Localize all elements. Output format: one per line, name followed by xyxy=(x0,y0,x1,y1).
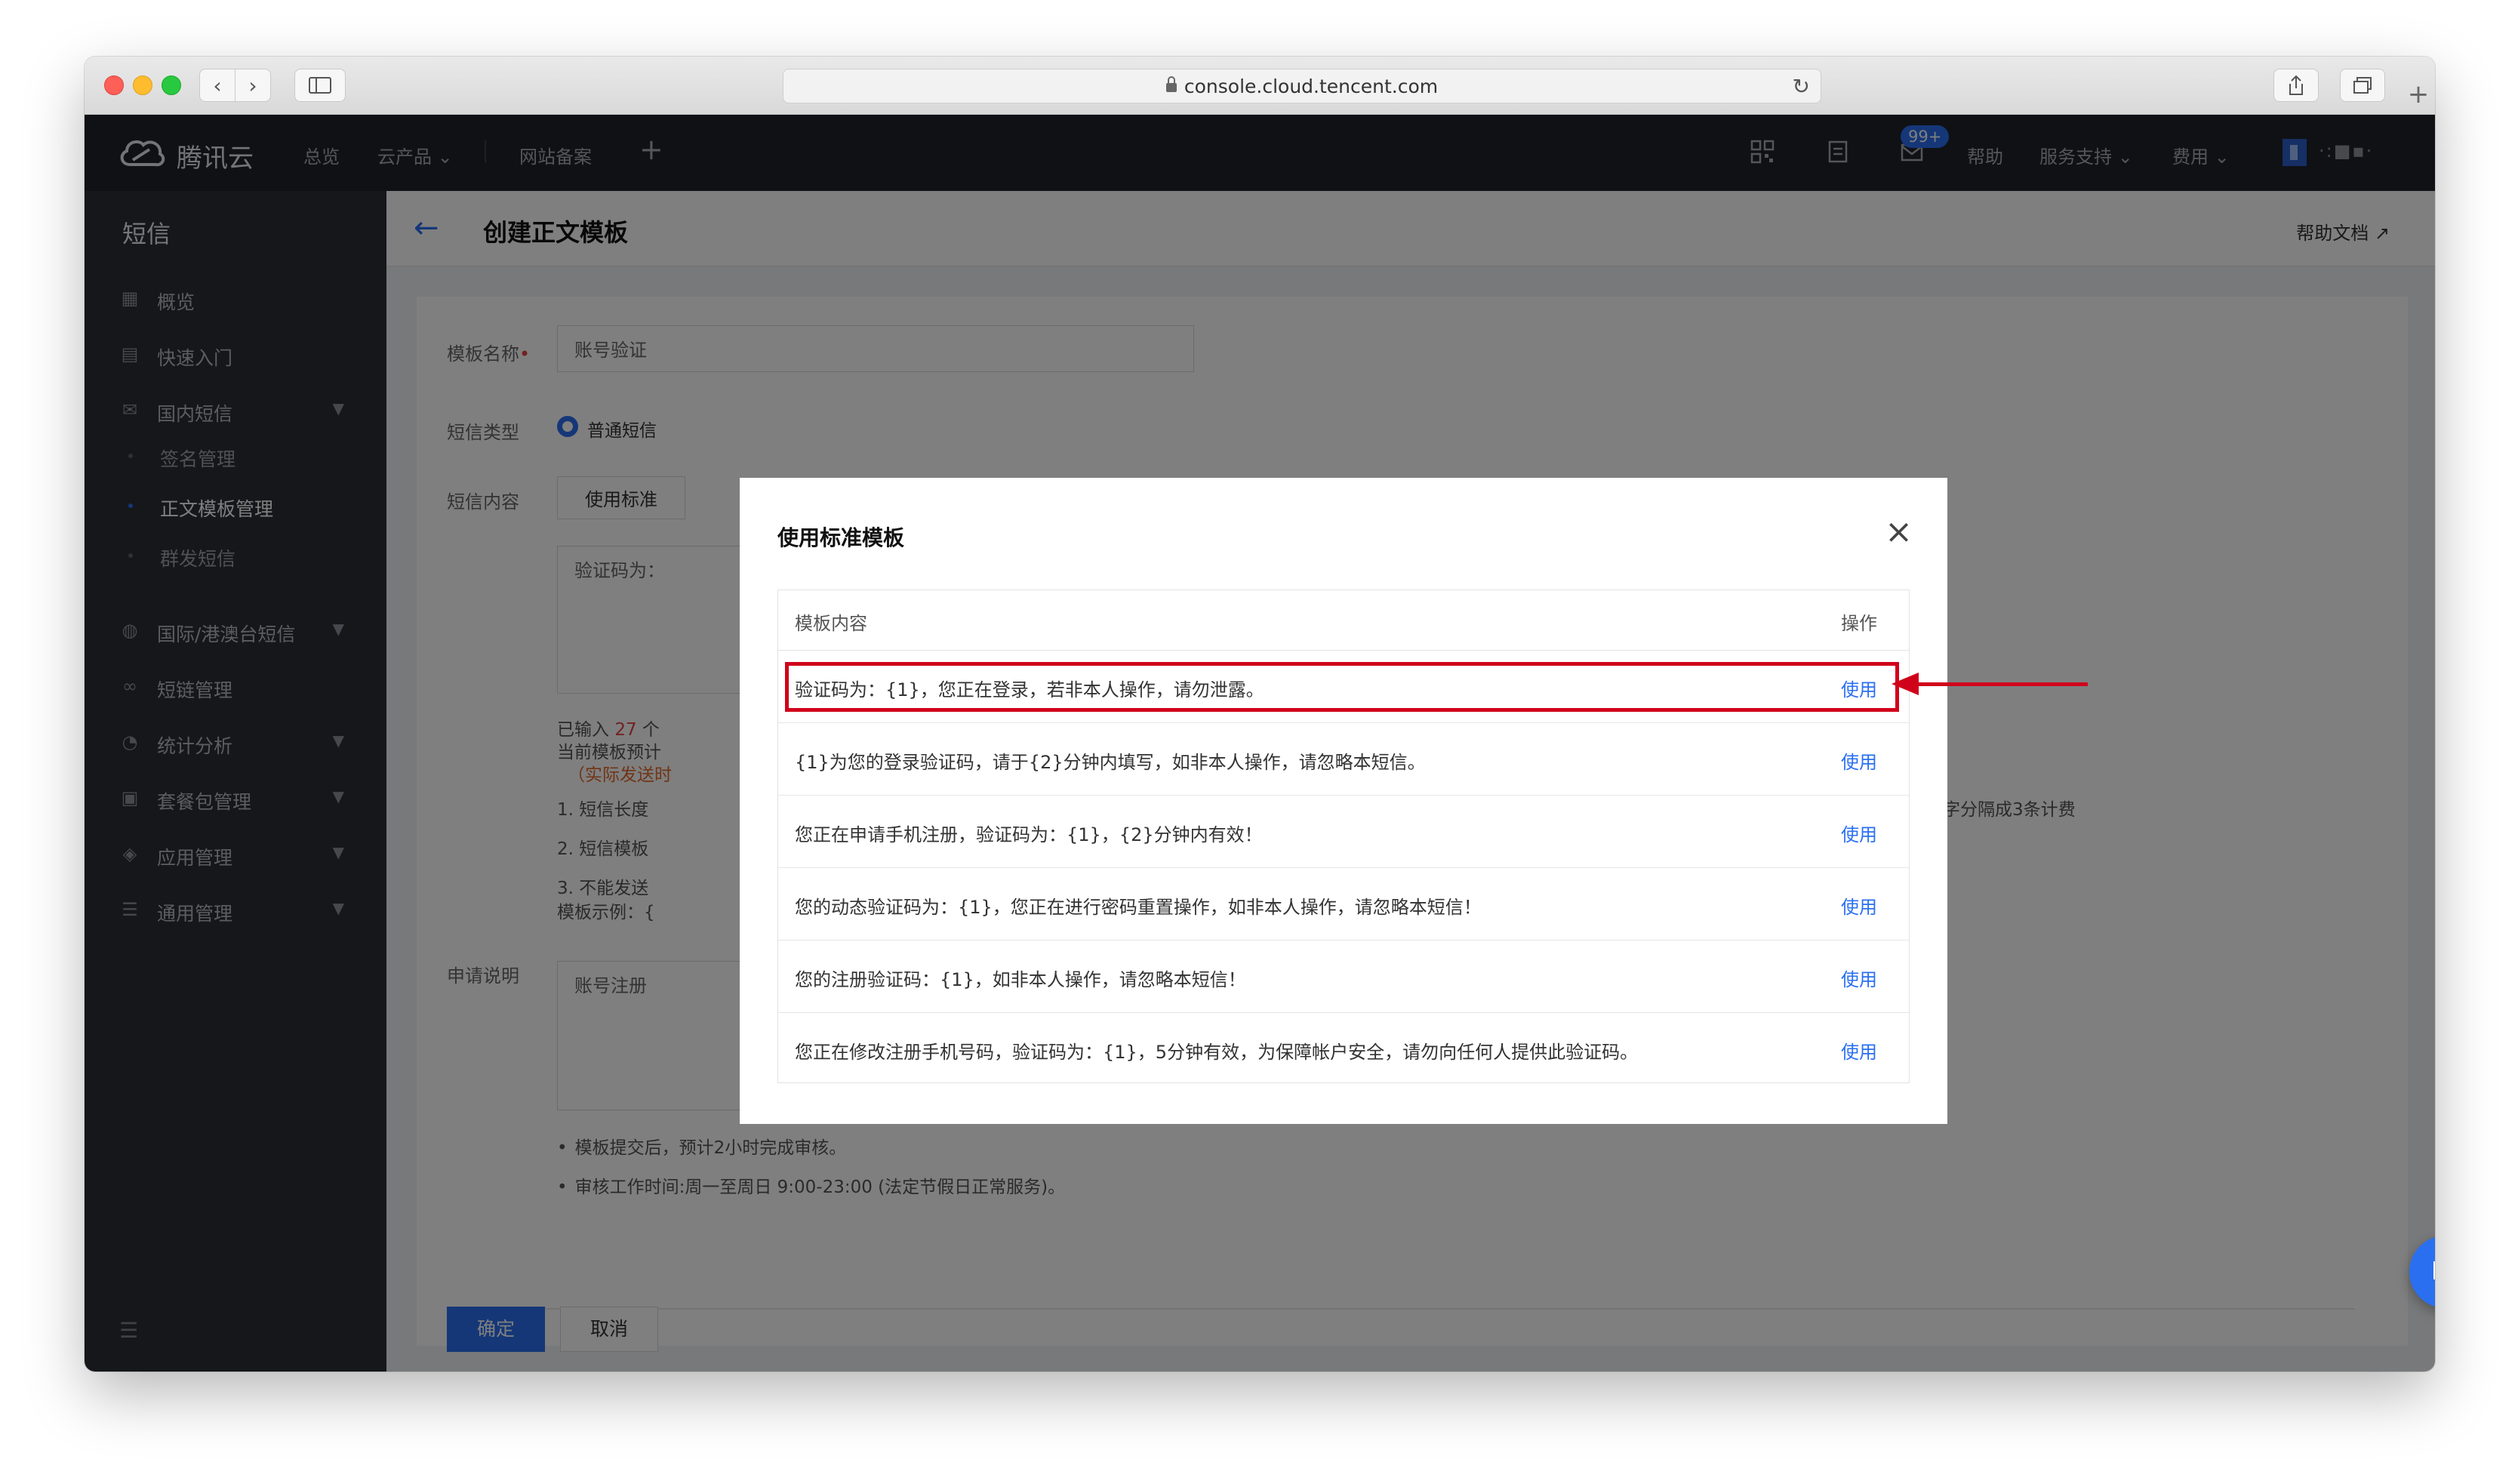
url-text: console.cloud.tencent.com xyxy=(1184,75,1439,97)
standard-template-modal: 使用标准模板 × 模板内容 操作 验证码为：{1}，您正在登录，若非本人操作，请… xyxy=(740,478,1947,1124)
tabs-overview-button[interactable] xyxy=(2340,69,2385,102)
annotation-arrow-head xyxy=(1892,673,1919,695)
share-button[interactable] xyxy=(2273,69,2319,102)
zoom-window-button[interactable] xyxy=(162,75,181,95)
browser-titlebar: ‹ › console.cloud.tencent.com ↻ + xyxy=(85,57,2435,115)
annotation-arrow-line xyxy=(1916,682,2088,686)
browser-window: ‹ › console.cloud.tencent.com ↻ + 腾讯云 总览… xyxy=(85,57,2435,1372)
sidebar-toggle-button[interactable] xyxy=(294,69,346,102)
template-text: 您的注册验证码：{1}，如非本人操作，请忽略本短信！ xyxy=(795,969,1246,990)
use-template-link[interactable]: 使用 xyxy=(1841,965,1877,991)
close-window-button[interactable] xyxy=(104,75,124,95)
table-row: {1}为您的登录验证码，请于{2}分钟内填写，如非本人操作，请忽略本短信。 使用 xyxy=(778,723,1909,796)
share-icon xyxy=(2289,75,2303,95)
use-template-link[interactable]: 使用 xyxy=(1841,1037,1877,1064)
chevron-left-icon: ‹ xyxy=(213,72,222,98)
reload-icon[interactable]: ↻ xyxy=(1793,74,1810,99)
template-text: 您正在修改注册手机号码，验证码为：{1}，5分钟有效，为保障帐户安全，请勿向任何… xyxy=(795,1042,1639,1063)
sidebar-icon xyxy=(309,77,331,94)
highlight-box xyxy=(785,662,1899,712)
minimize-window-button[interactable] xyxy=(133,75,152,95)
table-row: 您的注册验证码：{1}，如非本人操作，请忽略本短信！ 使用 xyxy=(778,941,1909,1013)
chat-icon xyxy=(2433,1261,2435,1279)
table-row: 您正在申请手机注册，验证码为：{1}，{2}分钟内有效！ 使用 xyxy=(778,796,1909,868)
column-header-action: 操作 xyxy=(1841,613,1877,634)
forward-button[interactable]: › xyxy=(235,69,271,102)
chevron-right-icon: › xyxy=(248,72,257,98)
column-header-content: 模板内容 xyxy=(795,613,867,634)
back-button[interactable]: ‹ xyxy=(199,69,235,102)
chat-button[interactable] xyxy=(2409,1236,2435,1308)
table-row: 您正在修改注册手机号码，验证码为：{1}，5分钟有效，为保障帐户安全，请勿向任何… xyxy=(778,1013,1909,1085)
use-template-link[interactable]: 使用 xyxy=(1841,820,1877,846)
use-template-link[interactable]: 使用 xyxy=(1841,747,1877,774)
lock-icon xyxy=(1165,76,1177,92)
table-header: 模板内容 操作 xyxy=(778,590,1909,651)
tabs-icon xyxy=(2353,77,2372,94)
template-text: 您的动态验证码为：{1}，您正在进行密码重置操作，如非本人操作，请忽略本短信！ xyxy=(795,897,1482,918)
close-icon[interactable]: × xyxy=(1885,516,1913,549)
new-tab-button[interactable]: + xyxy=(2402,79,2435,112)
template-text: 您正在申请手机注册，验证码为：{1}，{2}分钟内有效！ xyxy=(795,824,1263,845)
table-row: 您的动态验证码为：{1}，您正在进行密码重置操作，如非本人操作，请忽略本短信！ … xyxy=(778,868,1909,941)
address-bar[interactable]: console.cloud.tencent.com ↻ xyxy=(783,69,1821,103)
use-template-link[interactable]: 使用 xyxy=(1841,892,1877,919)
template-text: {1}为您的登录验证码，请于{2}分钟内填写，如非本人操作，请忽略本短信。 xyxy=(795,752,1426,773)
modal-title: 使用标准模板 xyxy=(777,525,905,550)
